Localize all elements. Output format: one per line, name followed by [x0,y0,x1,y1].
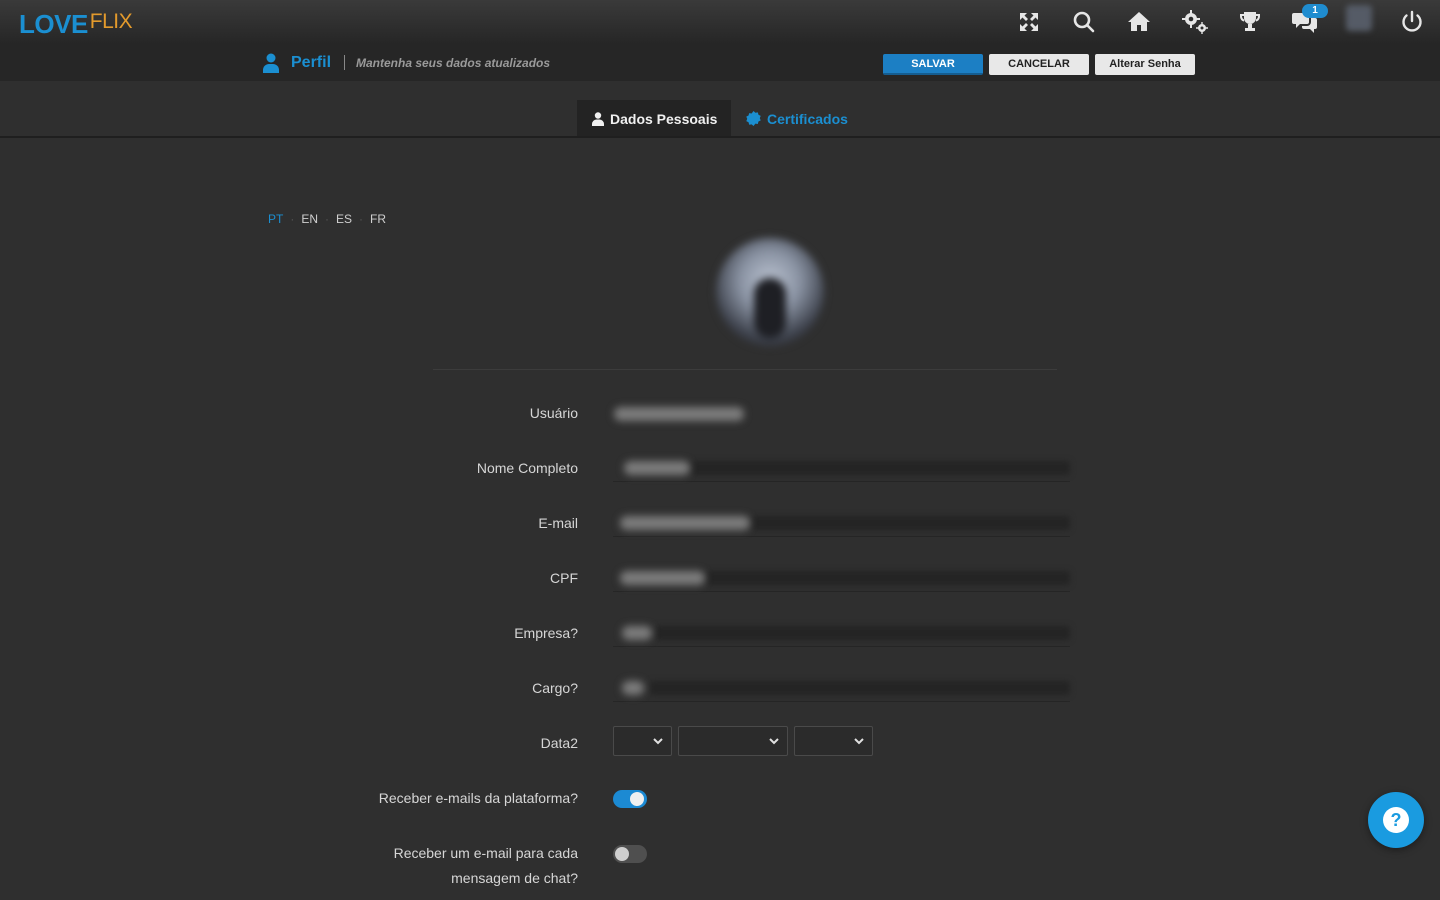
language-selector: PT · EN · ES · FR [268,212,386,226]
tab-label: Certificados [767,110,848,127]
search-icon[interactable] [1069,7,1099,37]
logo-love: LOVE [19,9,88,39]
month-select[interactable] [678,726,788,756]
cargo-label: Cargo? [532,680,578,696]
page-title: Perfil [291,54,332,71]
receber-chat-label-line2: mensagem de chat? [451,870,578,886]
receber-chat-toggle[interactable] [613,845,647,863]
cpf-value [620,571,705,585]
profile-photo[interactable] [716,238,824,346]
data2-label: Data2 [540,735,578,751]
empresa-label: Empresa? [514,625,578,641]
lang-separator: · [325,212,330,226]
lang-separator: · [359,212,364,226]
help-button[interactable]: ? [1368,792,1424,848]
logo-flix: FLIX [89,10,133,33]
lang-pt[interactable]: PT [268,212,283,226]
chat-badge: 1 [1302,4,1328,18]
tab-label: Dados Pessoais [610,110,718,127]
tab-certificados[interactable]: Certificados [746,100,848,137]
cargo-field-bg [650,681,1070,695]
email-field-bg [750,516,1070,530]
toggle-knob [615,847,629,861]
trophy-icon[interactable] [1235,7,1265,37]
change-password-button[interactable]: Alterar Senha [1095,54,1195,75]
receber-emails-label: Receber e-mails da plataforma? [378,790,578,806]
lang-separator: · [290,212,295,226]
lang-es[interactable]: ES [336,212,352,226]
nome-label: Nome Completo [476,460,578,476]
chevron-down-icon [854,738,864,745]
empresa-value [622,626,652,640]
nome-field-bg [690,461,1070,475]
power-icon[interactable] [1397,7,1427,37]
top-bar: LOVEFLIX 1 [0,0,1440,44]
cancel-button[interactable]: CANCELAR [989,54,1089,75]
lang-fr[interactable]: FR [370,212,386,226]
certificate-icon [746,111,761,126]
receber-chat-label-line1: Receber um e-mail para cada [393,845,578,861]
receber-emails-toggle[interactable] [613,790,647,808]
save-button[interactable]: SALVAR [883,54,983,75]
year-select[interactable] [794,726,873,756]
person-icon [592,111,604,126]
usuario-label: Usuário [529,405,578,421]
nome-value [624,461,690,475]
home-icon[interactable] [1124,7,1154,37]
title-divider [344,55,345,70]
chevron-down-icon [653,738,663,745]
user-avatar[interactable] [1346,5,1372,31]
tab-dados-pessoais[interactable]: Dados Pessoais [577,100,731,137]
cpf-field-bg [705,571,1070,585]
tab-underline [0,136,1440,138]
email-label: E-mail [538,515,578,531]
section-divider [433,369,1057,370]
lang-en[interactable]: EN [301,212,318,226]
settings-icon[interactable] [1180,7,1210,37]
help-icon: ? [1383,807,1409,833]
toggle-knob [630,792,644,806]
usuario-value [614,407,744,421]
cargo-value [622,681,644,695]
cpf-label: CPF [550,570,578,586]
page-header-bar: Perfil Mantenha seus dados atualizados S… [0,44,1440,81]
email-value [620,516,750,530]
fullscreen-icon[interactable] [1014,7,1044,37]
day-select[interactable] [613,726,672,756]
chevron-down-icon [769,738,779,745]
empresa-field-bg [655,626,1070,640]
user-icon [262,53,280,78]
app-logo[interactable]: LOVEFLIX [19,7,133,39]
page-subtitle: Mantenha seus dados atualizados [356,56,551,70]
